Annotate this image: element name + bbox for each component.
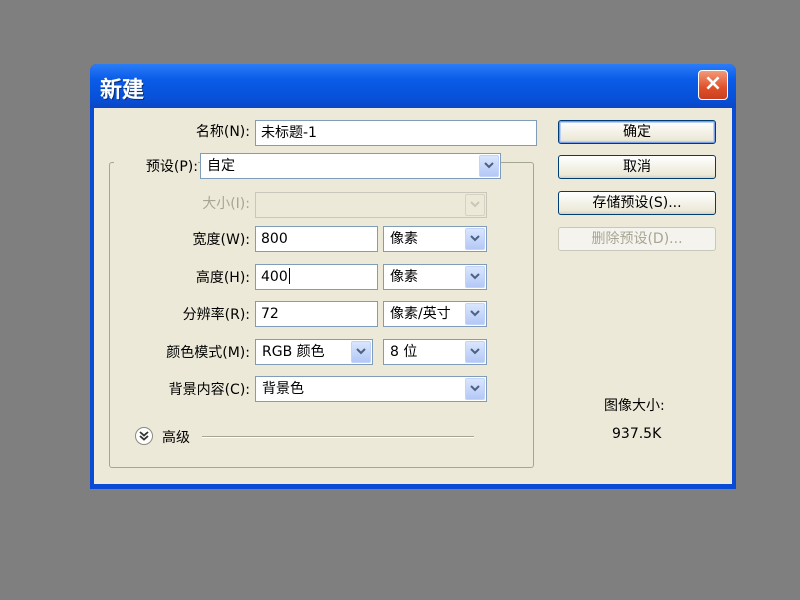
width-unit-value: 像素 [390, 231, 418, 247]
height-unit-value: 像素 [390, 269, 418, 285]
height-value: 400 [261, 269, 288, 285]
resolution-label: 分辨率(R): [182, 307, 250, 323]
close-button[interactable]: × [698, 70, 728, 100]
background-value: 背景色 [262, 381, 304, 397]
bit-depth-dropdown-button[interactable] [465, 341, 485, 363]
name-label: 名称(N): [195, 124, 250, 140]
preset-dropdown-button[interactable] [479, 155, 499, 177]
image-size-value: 937.5K [612, 426, 662, 442]
width-unit-select[interactable]: 像素 [383, 226, 487, 252]
advanced-divider [202, 436, 474, 438]
double-chevron-down-icon [135, 427, 153, 445]
advanced-toggle-button[interactable] [134, 426, 154, 446]
resolution-unit-value: 像素/英寸 [390, 306, 451, 322]
width-unit-dropdown-button[interactable] [465, 228, 485, 250]
width-label: 宽度(W): [192, 232, 250, 248]
resolution-input[interactable]: 72 [255, 301, 378, 327]
chevron-down-icon [484, 162, 494, 169]
height-label: 高度(H): [195, 270, 250, 286]
chevron-down-icon [470, 235, 480, 242]
close-icon: × [703, 71, 723, 96]
image-size-label: 图像大小: [604, 398, 665, 414]
delete-preset-button: 删除预设(D)... [558, 227, 716, 251]
chevron-down-icon [470, 348, 480, 355]
background-label: 背景内容(C): [168, 382, 250, 398]
color-mode-value: RGB 颜色 [262, 344, 325, 360]
cancel-button[interactable]: 取消 [558, 155, 716, 179]
size-dropdown-button [465, 194, 485, 216]
title-bar[interactable]: 新建 × [90, 64, 736, 108]
size-label: 大小(I): [202, 196, 250, 212]
dialog-body: 名称(N): 未标题-1 预设(P): 自定 大小(I): 宽度(W): 800… [94, 108, 732, 484]
preset-label: 预设(P): [114, 155, 198, 179]
advanced-label[interactable]: 高级 [162, 427, 190, 447]
size-select [255, 192, 487, 218]
height-unit-select[interactable]: 像素 [383, 264, 487, 290]
new-document-dialog: 新建 × 名称(N): 未标题-1 预设(P): 自定 大小(I): 宽度(W)… [90, 64, 736, 489]
color-mode-select[interactable]: RGB 颜色 [255, 339, 373, 365]
color-mode-dropdown-button[interactable] [351, 341, 371, 363]
chevron-down-icon [356, 348, 366, 355]
resolution-unit-dropdown-button[interactable] [465, 303, 485, 325]
chevron-down-icon [470, 201, 480, 208]
height-unit-dropdown-button[interactable] [465, 266, 485, 288]
background-select[interactable]: 背景色 [255, 376, 487, 402]
bit-depth-value: 8 位 [390, 344, 418, 360]
dialog-title: 新建 [100, 78, 145, 103]
color-mode-label: 颜色模式(M): [166, 345, 250, 361]
chevron-down-icon [470, 273, 480, 280]
background-dropdown-button[interactable] [465, 378, 485, 400]
preset-value: 自定 [207, 158, 235, 174]
save-preset-button[interactable]: 存储预设(S)... [558, 191, 716, 215]
chevron-down-icon [470, 310, 480, 317]
bit-depth-select[interactable]: 8 位 [383, 339, 487, 365]
height-input[interactable]: 400 [255, 264, 378, 290]
name-input[interactable]: 未标题-1 [255, 120, 537, 146]
text-caret [288, 268, 290, 284]
ok-button[interactable]: 确定 [558, 120, 716, 144]
resolution-unit-select[interactable]: 像素/英寸 [383, 301, 487, 327]
chevron-down-icon [470, 385, 480, 392]
preset-select[interactable]: 自定 [200, 153, 501, 179]
width-input[interactable]: 800 [255, 226, 378, 252]
